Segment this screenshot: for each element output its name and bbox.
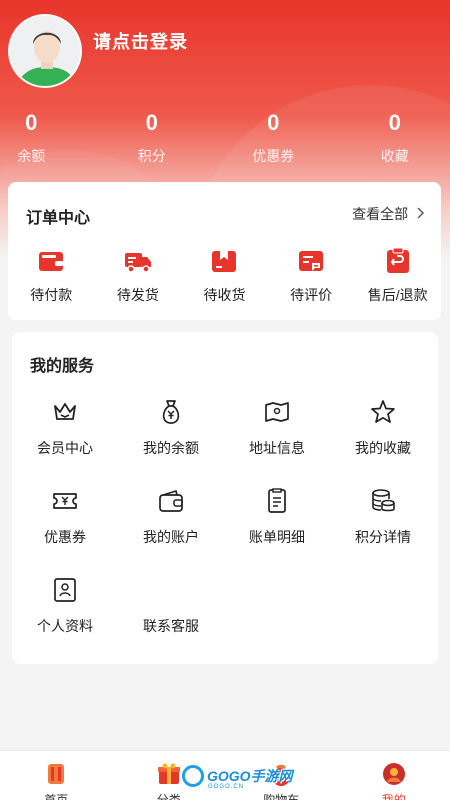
- wallet-icon: [39, 252, 64, 271]
- stat-label: 优惠券: [252, 148, 295, 164]
- coupon-icon: [53, 493, 77, 509]
- category-tab-icon: [157, 763, 180, 784]
- order-to-review[interactable]: 待评价: [268, 242, 355, 305]
- chevron-right-icon: [417, 207, 424, 219]
- tab-label: 首页: [44, 793, 69, 800]
- service-label: 积分详情: [355, 529, 411, 545]
- stat-value: 0: [145, 110, 158, 135]
- service-label: 地址信息: [249, 440, 305, 456]
- stat-value: 0: [267, 110, 280, 135]
- money-bag-icon: [162, 400, 180, 424]
- order-status-label: 待收货: [203, 287, 246, 303]
- order-status-label: 售后/退款: [367, 287, 428, 303]
- mine-tab-icon: [382, 763, 405, 785]
- stat-label: 积分: [137, 148, 166, 164]
- headset-icon: [157, 576, 185, 604]
- tab-label: 我的: [381, 793, 406, 800]
- service-label: 我的收藏: [355, 440, 411, 456]
- service-label: 我的账户: [143, 529, 199, 545]
- order-status-row: 待付款 待发货 待收货 待评价 售后/退款: [8, 242, 441, 305]
- watermark-logo: GOGO手游网 GOGO.CN: [182, 764, 293, 790]
- stat-coupons[interactable]: 0 优惠券: [217, 108, 330, 168]
- stats-row: 0 余额 0 积分 0 优惠券 0 收藏: [0, 108, 450, 168]
- stat-balance[interactable]: 0 余额: [0, 108, 88, 168]
- stat-label: 余额: [17, 148, 46, 164]
- profile-card-icon: [54, 578, 76, 602]
- service-profile[interactable]: 个人资料: [12, 576, 118, 636]
- crown-icon: [54, 403, 76, 420]
- bill-icon: [268, 488, 286, 513]
- watermark-badge-icon: [182, 765, 204, 787]
- login-prompt[interactable]: 请点击登录: [93, 28, 188, 54]
- my-services-title: 我的服务: [30, 358, 95, 375]
- view-all-label: 查看全部: [352, 206, 409, 222]
- stat-value: 0: [388, 110, 401, 135]
- service-label: 优惠券: [44, 529, 86, 545]
- service-label: 会员中心: [37, 440, 93, 456]
- coins-icon: [372, 489, 395, 512]
- service-customer-support[interactable]: 联系客服: [118, 576, 224, 636]
- service-label: 联系客服: [143, 618, 199, 634]
- service-address[interactable]: 地址信息: [224, 398, 330, 458]
- stat-value: 0: [25, 110, 38, 135]
- order-to-ship[interactable]: 待发货: [95, 242, 182, 305]
- stat-favorites[interactable]: 0 收藏: [339, 108, 450, 168]
- watermark-text: GOGO手游网: [207, 768, 293, 784]
- avatar[interactable]: [8, 14, 82, 88]
- service-label: 账单明细: [249, 529, 305, 545]
- order-status-label: 待评价: [290, 287, 333, 303]
- home-tab-icon: [48, 764, 65, 784]
- service-label: 个人资料: [37, 618, 93, 634]
- wallet-outline-icon: [159, 490, 183, 512]
- service-my-account[interactable]: 我的账户: [118, 487, 224, 547]
- order-pending-payment[interactable]: 待付款: [8, 242, 95, 305]
- order-center-card: 订单中心 查看全部 待付款 待发货 待收货 待评价 售后/退款: [8, 182, 441, 320]
- my-services-card: 我的服务 会员中心 我的余额 地址信息 我的收藏 优惠券 我的账户 账单明细 积…: [12, 332, 438, 664]
- star-icon: [371, 400, 395, 423]
- refund-icon: [386, 247, 409, 273]
- stat-points[interactable]: 0 积分: [96, 108, 209, 168]
- service-label: 我的余额: [143, 440, 199, 456]
- order-to-receive[interactable]: 待收货: [181, 242, 268, 305]
- package-icon: [212, 251, 237, 272]
- tab-label: 购物车: [263, 793, 300, 800]
- service-points-details[interactable]: 积分详情: [330, 487, 436, 547]
- view-all-orders-link[interactable]: 查看全部: [352, 204, 425, 224]
- tab-label: 分类: [156, 793, 181, 800]
- order-status-label: 待付款: [30, 287, 73, 303]
- tab-mine[interactable]: 我的: [338, 751, 450, 800]
- order-center-title: 订单中心: [26, 210, 91, 227]
- stat-label: 收藏: [380, 148, 409, 164]
- map-icon: [265, 402, 289, 422]
- service-my-balance[interactable]: 我的余额: [118, 398, 224, 458]
- order-after-sales[interactable]: 售后/退款: [354, 242, 441, 305]
- truck-icon: [124, 253, 151, 273]
- watermark-subtext: GOGO.CN: [208, 784, 245, 790]
- service-coupons[interactable]: 优惠券: [12, 487, 118, 547]
- service-member-center[interactable]: 会员中心: [12, 398, 118, 458]
- order-status-label: 待发货: [116, 287, 159, 303]
- service-favorites[interactable]: 我的收藏: [330, 398, 436, 458]
- service-bill-details[interactable]: 账单明细: [224, 487, 330, 547]
- tab-home[interactable]: 首页: [0, 751, 113, 800]
- review-icon: [299, 251, 324, 271]
